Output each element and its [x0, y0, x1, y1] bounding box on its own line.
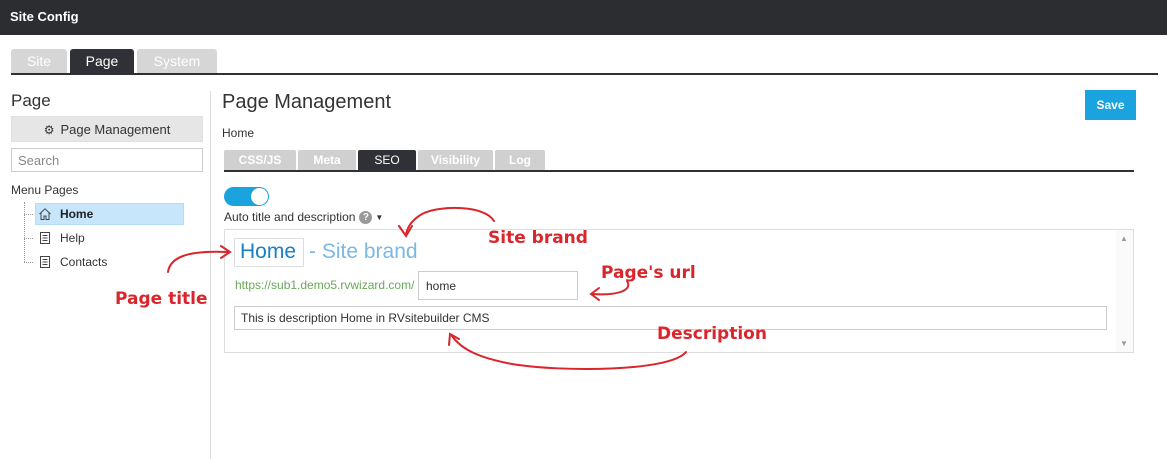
scroll-up-icon[interactable]: ▲ [1120, 234, 1128, 243]
auto-title-label: Auto title and description ? ▼ [224, 210, 383, 224]
annotation-page-title: Page title [115, 289, 208, 309]
toggle-knob [251, 188, 268, 205]
page-url-field[interactable] [418, 271, 578, 300]
sidebar-title: Page [11, 91, 51, 110]
site-brand-text: - Site brand [309, 240, 418, 263]
tab-seo[interactable]: SEO [358, 150, 416, 171]
sidebar-item-label: Help [60, 231, 85, 245]
annotation-description: Description [657, 324, 767, 344]
page-icon [40, 232, 50, 244]
breadcrumb: Home [222, 126, 255, 140]
caret-down-icon[interactable]: ▼ [375, 213, 383, 222]
sidebar-divider [210, 91, 211, 459]
page-tabs-divider [224, 170, 1134, 172]
sidebar-item-label: Contacts [60, 255, 108, 269]
page-title: Page Management [222, 91, 392, 113]
top-tabs: Site Page System [11, 49, 217, 74]
page-tabs: CSS/JS Meta SEO Visibility Log [224, 150, 545, 171]
tab-log[interactable]: Log [495, 150, 545, 171]
tab-site[interactable]: Site [11, 49, 67, 74]
page-icon [40, 256, 50, 268]
window-titlebar: Site Config [0, 0, 1167, 35]
home-icon [39, 208, 51, 220]
annotation-page-url: Page's url [601, 263, 696, 283]
scroll-down-icon[interactable]: ▼ [1120, 339, 1128, 348]
sidebar-item-contacts[interactable]: Contacts [24, 251, 184, 273]
gear-icon: ⚙ [43, 123, 55, 137]
scrollbar[interactable]: ▲ ▼ [1116, 230, 1133, 352]
page-management-label: Page Management [60, 122, 171, 137]
url-prefix: https://sub1.demo5.rvwizard.com/ [235, 278, 415, 292]
window-title: Site Config [10, 9, 79, 24]
tab-page[interactable]: Page [70, 49, 134, 74]
auto-title-text: Auto title and description [224, 210, 356, 224]
page-title-field[interactable]: Home [234, 238, 304, 267]
sidebar-item-label: Home [59, 207, 94, 221]
page-management-button[interactable]: ⚙ Page Management [11, 116, 203, 142]
sidebar-item-help[interactable]: Help [24, 227, 184, 249]
annotation-site-brand: Site brand [488, 228, 588, 248]
tab-visibility[interactable]: Visibility [418, 150, 493, 171]
search-input[interactable] [11, 148, 203, 172]
menu-pages-label: Menu Pages [11, 183, 79, 197]
save-button[interactable]: Save [1085, 90, 1136, 120]
top-tabs-divider [11, 73, 1158, 75]
sidebar-item-home[interactable]: Home [24, 203, 184, 225]
tab-meta[interactable]: Meta [298, 150, 356, 171]
tab-css-js[interactable]: CSS/JS [224, 150, 296, 171]
help-icon[interactable]: ? [359, 210, 373, 224]
auto-title-toggle[interactable] [224, 187, 269, 206]
tab-system[interactable]: System [137, 49, 217, 74]
